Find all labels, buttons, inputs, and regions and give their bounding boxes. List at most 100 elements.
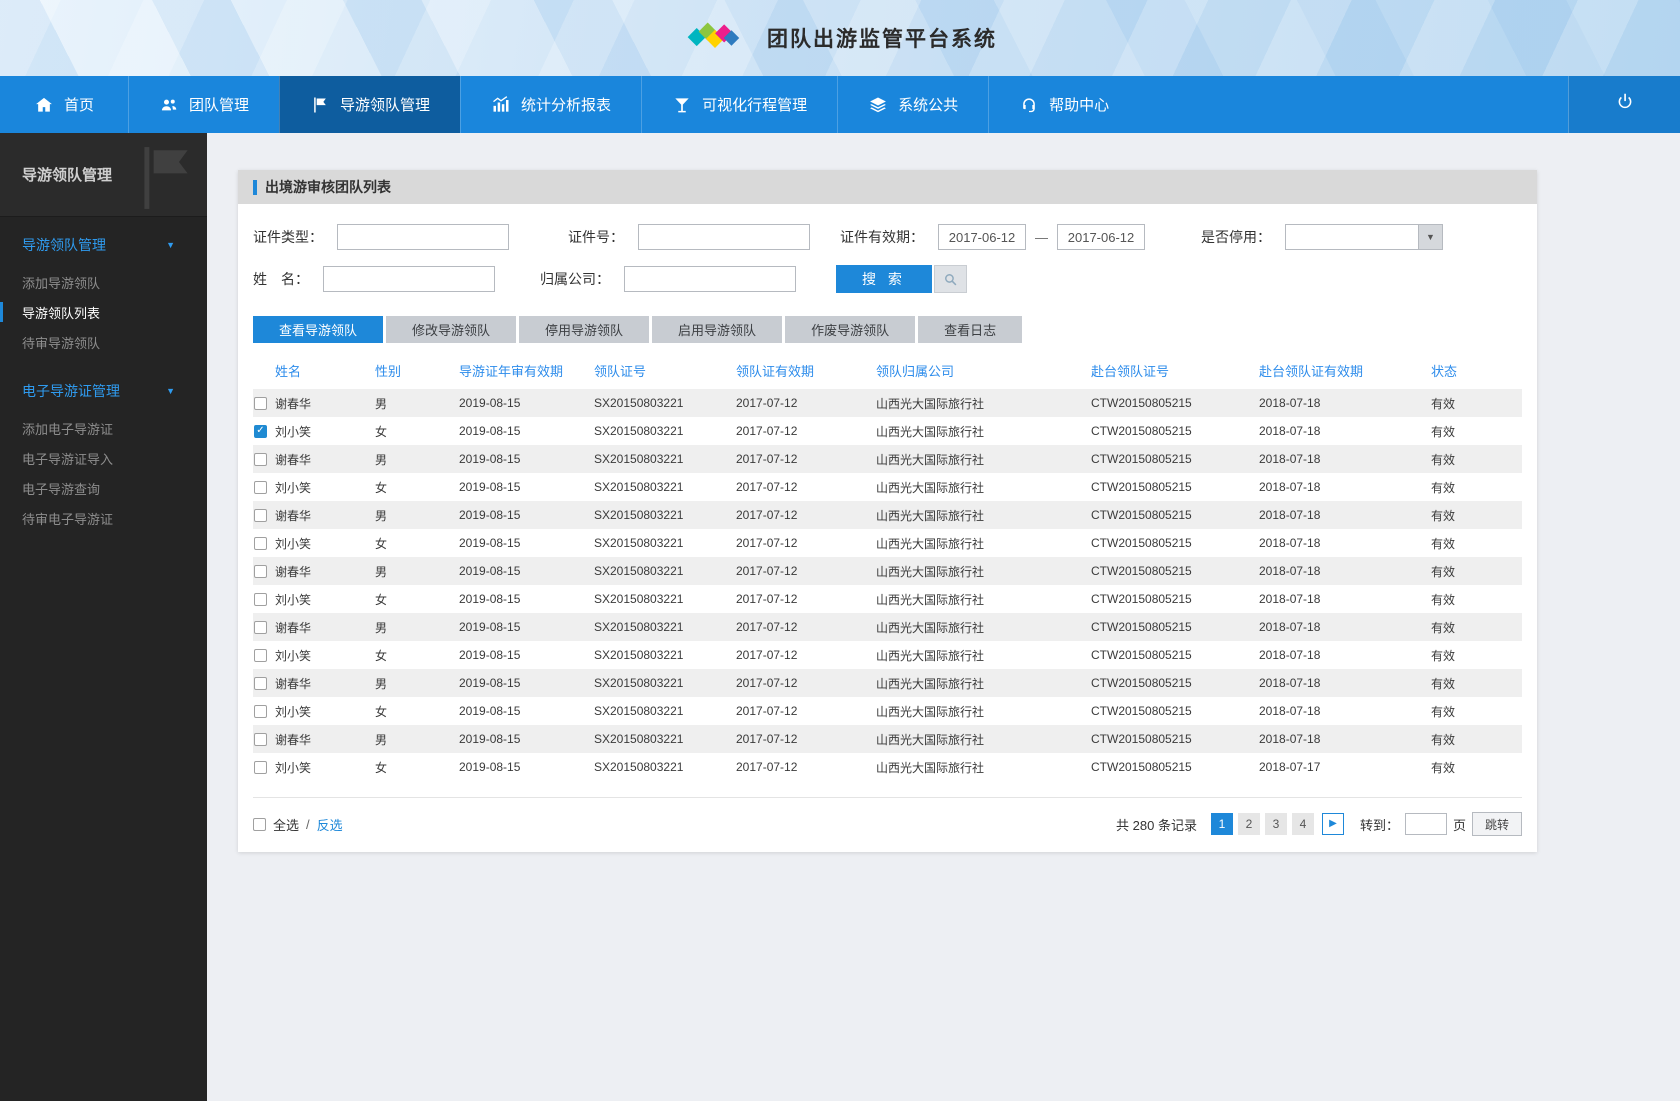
goto-label: 转到： xyxy=(1359,817,1399,833)
row-checkbox[interactable] xyxy=(254,760,267,774)
table-row[interactable]: 谢春华 男 2019-08-15 SX20150803221 2017-07-12 山西光… xyxy=(253,501,1522,529)
status-cell: 有效 xyxy=(1431,508,1456,523)
table-row[interactable]: 谢春华 男 2019-08-15 SX20150803221 2017-07-12 山西光… xyxy=(253,445,1522,473)
name-input[interactable] xyxy=(323,266,495,292)
table-row[interactable]: 刘小笑 女 2019-08-15 SX20150803221 2017-07-12 山西光… xyxy=(253,529,1522,557)
taiwan_cert_no-cell: CTW20150805215 xyxy=(1091,592,1192,606)
cert-type-input[interactable] xyxy=(337,224,509,250)
table-row[interactable]: 谢春华 男 2019-08-15 SX20150803221 2017-07-12 山西光… xyxy=(253,725,1522,753)
sidebar-item-1-1[interactable]: 电子导游证导入 xyxy=(0,443,207,473)
sidebar-item-1-3[interactable]: 待审电子导游证 xyxy=(0,503,207,533)
row-checkbox-cell xyxy=(253,592,275,606)
tab-0[interactable]: 查看导游领队 xyxy=(253,316,384,343)
guide_cert_valid-cell: 2019-08-15 xyxy=(459,676,521,690)
sidebar-item-1-0[interactable]: 添加电子导游证 xyxy=(0,413,207,443)
taiwan_cert_no-cell: CTW20150805215 xyxy=(1091,452,1192,466)
tab-4[interactable]: 作废导游领队 xyxy=(785,316,916,343)
table-row[interactable]: 刘小笑 女 2019-08-15 SX20150803221 2017-07-12 山西光… xyxy=(253,417,1522,445)
tab-2[interactable]: 停用导游领队 xyxy=(519,316,650,343)
date-from-input[interactable] xyxy=(938,224,1026,250)
sidebar-item-0-1[interactable]: 导游领队列表 xyxy=(0,297,207,327)
tab-5[interactable]: 查看日志 xyxy=(918,316,1023,343)
name-cell: 刘小笑 xyxy=(275,424,312,439)
company-input[interactable] xyxy=(624,266,796,292)
table-row[interactable]: 刘小笑 女 2019-08-15 SX20150803221 2017-07-12 山西光… xyxy=(253,473,1522,501)
nav-item-label: 团队管理 xyxy=(189,97,250,114)
sidebar-section-header-1[interactable]: 电子导游证管理 ▼ xyxy=(0,369,207,413)
row-checkbox-cell xyxy=(253,396,275,410)
invert-selection-link[interactable]: 反选 xyxy=(317,815,343,834)
cert-type-label: 证件类型： xyxy=(253,229,323,245)
row-checkbox[interactable] xyxy=(254,704,267,718)
next-arrow-icon: ▶ xyxy=(1329,818,1337,829)
page-button-3[interactable]: 3 xyxy=(1264,813,1287,835)
sidebar-item-0-2[interactable]: 待审导游领队 xyxy=(0,327,207,357)
nav-item-5[interactable]: 系统公共 xyxy=(837,76,988,133)
row-checkbox[interactable] xyxy=(254,424,267,438)
nav-item-2[interactable]: 导游领队管理 xyxy=(279,76,461,133)
sidebar-section-label: 导游领队管理 xyxy=(22,237,106,253)
table-row[interactable]: 谢春华 男 2019-08-15 SX20150803221 2017-07-12 山西光… xyxy=(253,669,1522,697)
page-button-2[interactable]: 2 xyxy=(1237,813,1260,835)
cert-no-input[interactable] xyxy=(638,224,810,250)
row-checkbox[interactable] xyxy=(254,564,267,578)
page-title: 团队出游监管平台系统 xyxy=(767,28,997,51)
table-row[interactable]: 谢春华 男 2019-08-15 SX20150803221 2017-07-12 山西光… xyxy=(253,557,1522,585)
taiwan_cert_valid-cell: 2018-07-18 xyxy=(1259,704,1321,718)
leader_cert_valid-cell: 2017-07-12 xyxy=(736,536,798,550)
sidebar-section-header-0[interactable]: 导游领队管理 ▼ xyxy=(0,223,207,267)
sidebar-item-0-0[interactable]: 添加导游领队 xyxy=(0,267,207,297)
page-button-4[interactable]: 4 xyxy=(1291,813,1314,835)
company-label: 归属公司： xyxy=(540,271,610,287)
nav-item-3[interactable]: 统计分析报表 xyxy=(460,76,641,133)
row-checkbox[interactable] xyxy=(254,648,267,662)
goto-page-input[interactable] xyxy=(1404,813,1447,835)
tab-1[interactable]: 修改导游领队 xyxy=(386,316,517,343)
table-row[interactable]: 谢春华 男 2019-08-15 SX20150803221 2017-07-12 山西光… xyxy=(253,613,1522,641)
next-page-button[interactable]: ▶ xyxy=(1321,813,1344,835)
sidebar-title-label: 导游领队管理 xyxy=(22,167,113,184)
column-header-8: 状态 xyxy=(1431,363,1458,379)
row-checkbox[interactable] xyxy=(254,732,267,746)
taiwan_cert_no-cell: CTW20150805215 xyxy=(1091,536,1192,550)
nav-item-4[interactable]: 可视化行程管理 xyxy=(641,76,837,133)
column-header-2: 导游证年审有效期 xyxy=(459,363,564,379)
name-cell: 谢春华 xyxy=(275,564,312,579)
page-button-1[interactable]: 1 xyxy=(1210,813,1233,835)
leader_cert_no-cell: SX20150803221 xyxy=(594,508,684,522)
search-button[interactable]: 搜 索 xyxy=(836,265,932,293)
row-checkbox[interactable] xyxy=(254,620,267,634)
company-cell: 山西光大国际旅行社 xyxy=(876,760,985,775)
leader_cert_no-cell: SX20150803221 xyxy=(594,704,684,718)
row-checkbox[interactable] xyxy=(254,592,267,606)
row-checkbox[interactable] xyxy=(254,480,267,494)
table-row[interactable]: 刘小笑 女 2019-08-15 SX20150803221 2017-07-12 山西光… xyxy=(253,641,1522,669)
date-to-input[interactable] xyxy=(1057,224,1145,250)
row-checkbox-cell xyxy=(253,704,275,718)
row-checkbox[interactable] xyxy=(254,396,267,410)
table-row[interactable]: 谢春华 男 2019-08-15 SX20150803221 2017-07-12 山西光… xyxy=(253,389,1522,417)
nav-item-1[interactable]: 团队管理 xyxy=(128,76,279,133)
taiwan_cert_no-cell: CTW20150805215 xyxy=(1091,508,1192,522)
panel-header: 出境游审核团队列表 xyxy=(238,170,1537,204)
search-icon[interactable] xyxy=(934,265,967,293)
table-row[interactable]: 刘小笑 女 2019-08-15 SX20150803221 2017-07-12 山西光… xyxy=(253,753,1522,781)
taiwan_cert_valid-cell: 2018-07-17 xyxy=(1259,760,1321,774)
select-all-checkbox[interactable] xyxy=(253,817,266,831)
nav-item-0[interactable]: 首页 xyxy=(0,76,128,133)
select-all-label[interactable]: 全选 xyxy=(273,815,299,834)
logout-button[interactable] xyxy=(1568,76,1680,133)
goto-button[interactable]: 跳转 xyxy=(1471,812,1522,836)
tab-3[interactable]: 启用导游领队 xyxy=(652,316,783,343)
sidebar-item-1-2[interactable]: 电子导游查询 xyxy=(0,473,207,503)
table-row[interactable]: 刘小笑 女 2019-08-15 SX20150803221 2017-07-12 山西光… xyxy=(253,585,1522,613)
taiwan_cert_valid-cell: 2018-07-18 xyxy=(1259,620,1321,634)
row-checkbox[interactable] xyxy=(254,536,267,550)
row-checkbox[interactable] xyxy=(254,508,267,522)
disabled-select[interactable]: ▼ xyxy=(1285,224,1443,250)
nav-item-6[interactable]: 帮助中心 xyxy=(988,76,1139,133)
leader_cert_no-cell: SX20150803221 xyxy=(594,424,684,438)
table-row[interactable]: 刘小笑 女 2019-08-15 SX20150803221 2017-07-12 山西光… xyxy=(253,697,1522,725)
row-checkbox[interactable] xyxy=(254,452,267,466)
row-checkbox[interactable] xyxy=(254,676,267,690)
